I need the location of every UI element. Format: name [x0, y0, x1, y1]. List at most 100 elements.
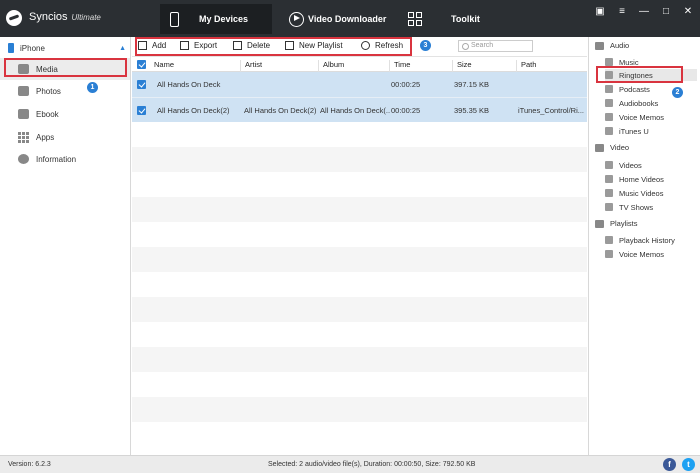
sidebar-item-label: Ebook — [36, 109, 59, 119]
step-badge-1: 1 — [87, 82, 98, 93]
category-item-audiobooks[interactable]: Audiobooks — [605, 97, 697, 109]
sidebar-item-label: Photos — [36, 86, 61, 96]
category-item-label: TV Shows — [619, 202, 654, 212]
close-icon[interactable]: ✕ — [682, 6, 694, 17]
phone-icon — [170, 11, 179, 27]
music-video-icon — [605, 189, 613, 197]
sidebar-item-information[interactable]: Information — [0, 148, 130, 170]
sidebar-item-photos[interactable]: Photos — [0, 80, 130, 102]
sidebar-item-ebook[interactable]: Ebook — [0, 103, 130, 125]
device-name: iPhone — [20, 43, 45, 53]
highlight-box-media — [4, 58, 127, 77]
column-album[interactable]: Album — [318, 60, 344, 72]
audio-icon — [595, 41, 604, 50]
empty-row — [132, 397, 587, 422]
table-row[interactable]: All Hands On Deck(2) All Hands On Deck(2… — [132, 97, 587, 122]
app-name: Syncios — [29, 11, 68, 23]
version-label: Version: 6.2.3 — [8, 461, 51, 468]
cell-artist: All Hands On Deck(2) — [244, 106, 317, 115]
list-icon — [605, 250, 613, 258]
empty-row — [132, 247, 587, 272]
column-time[interactable]: Time — [389, 60, 410, 72]
row-checkbox[interactable] — [137, 80, 146, 89]
category-item-tv-shows[interactable]: TV Shows — [605, 201, 697, 213]
playlist-item-voice-memos[interactable]: Voice Memos — [605, 248, 697, 260]
select-all-checkbox[interactable] — [137, 60, 146, 69]
twitter-icon[interactable]: t — [682, 458, 695, 471]
chat-icon[interactable]: ▣ — [594, 6, 606, 17]
toolkit-icon — [408, 11, 423, 27]
column-path[interactable]: Path — [516, 60, 536, 72]
eject-icon[interactable]: ▲ — [119, 45, 126, 52]
photos-icon — [18, 86, 29, 96]
tab-toolkit[interactable]: Toolkit — [408, 4, 488, 34]
category-item-music-videos[interactable]: Music Videos — [605, 187, 697, 199]
empty-row — [132, 297, 587, 322]
cell-time: 00:00:25 — [391, 80, 421, 89]
section-playlists: Playlists — [595, 219, 638, 228]
category-panel: Audio Music Ringtones Podcasts Audiobook… — [588, 37, 700, 455]
cell-path: iTunes_Control/Ri... — [518, 106, 584, 115]
search-input[interactable]: Search — [458, 40, 533, 52]
tab-video-downloader[interactable]: Video Downloader — [285, 4, 400, 34]
list-icon — [605, 236, 613, 244]
highlight-box-toolbar — [135, 37, 412, 56]
category-item-itunes-u[interactable]: iTunes U — [605, 125, 697, 137]
section-audio-title: Audio — [610, 41, 630, 50]
minimize-icon[interactable]: — — [638, 6, 650, 17]
section-playlists-title: Playlists — [610, 219, 638, 228]
title-bar: Syncios Ultimate My Devices Video Downloa… — [0, 0, 700, 37]
category-item-label: Music Videos — [619, 188, 664, 198]
sidebar: iPhone ▲ Media Photos Ebook Apps Informat… — [0, 37, 131, 455]
highlight-box-ringtones — [596, 66, 683, 83]
itunes-u-icon — [605, 127, 613, 135]
column-name[interactable]: Name — [150, 60, 174, 72]
playlist-item-playback-history[interactable]: Playback History — [605, 234, 697, 246]
menu-icon[interactable]: ≡ — [616, 6, 628, 17]
empty-row — [132, 147, 587, 172]
cell-time: 00:00:25 — [391, 106, 421, 115]
column-size[interactable]: Size — [452, 60, 472, 72]
microphone-icon — [605, 113, 613, 121]
window-controls: ▣ ≡ — □ ✕ — [594, 6, 694, 17]
category-item-label: Podcasts — [619, 84, 650, 94]
category-item-label: iTunes U — [619, 126, 649, 136]
column-artist[interactable]: Artist — [240, 60, 262, 72]
section-video: Video — [595, 143, 629, 152]
cell-size: 397.15 KB — [454, 80, 490, 89]
empty-row — [132, 197, 587, 222]
category-item-podcasts[interactable]: Podcasts — [605, 83, 697, 95]
play-icon — [289, 11, 304, 27]
tab-toolkit-label: Toolkit — [451, 14, 480, 24]
cell-album: All Hands On Deck(... — [320, 106, 390, 115]
section-video-title: Video — [610, 143, 630, 152]
audiobook-icon — [605, 99, 613, 107]
sidebar-item-label: Apps — [36, 132, 55, 142]
podcast-icon — [605, 85, 613, 93]
playlist-item-label: Voice Memos — [619, 249, 665, 259]
media-table: Name Artist Album Time Size Path All Han… — [132, 57, 587, 455]
tab-video-downloader-label: Video Downloader — [308, 14, 387, 24]
sidebar-item-apps[interactable]: Apps — [0, 126, 130, 148]
facebook-icon[interactable]: f — [663, 458, 676, 471]
playlist-item-label: Playback History — [619, 235, 675, 245]
tab-my-devices[interactable]: My Devices — [160, 4, 272, 34]
category-item-home-videos[interactable]: Home Videos — [605, 173, 697, 185]
section-audio: Audio — [595, 41, 629, 50]
maximize-icon[interactable]: □ — [660, 6, 672, 17]
category-item-videos[interactable]: Videos — [605, 159, 697, 171]
table-row[interactable]: All Hands On Deck 00:00:25 397.15 KB — [132, 72, 587, 97]
tv-icon — [605, 203, 613, 211]
syncios-logo-icon — [6, 10, 22, 26]
music-icon — [605, 58, 613, 66]
category-item-label: Voice Memos — [619, 112, 665, 122]
selection-summary: Selected: 2 audio/video file(s), Duratio… — [268, 461, 476, 468]
tab-my-devices-label: My Devices — [199, 14, 249, 24]
home-icon — [605, 175, 613, 183]
cell-name: All Hands On Deck(2) — [157, 106, 230, 115]
star-icon — [595, 219, 604, 228]
device-header[interactable]: iPhone ▲ — [8, 41, 126, 55]
category-item-label: Home Videos — [619, 174, 664, 184]
category-item-voice-memos[interactable]: Voice Memos — [605, 111, 697, 123]
row-checkbox[interactable] — [137, 106, 146, 115]
